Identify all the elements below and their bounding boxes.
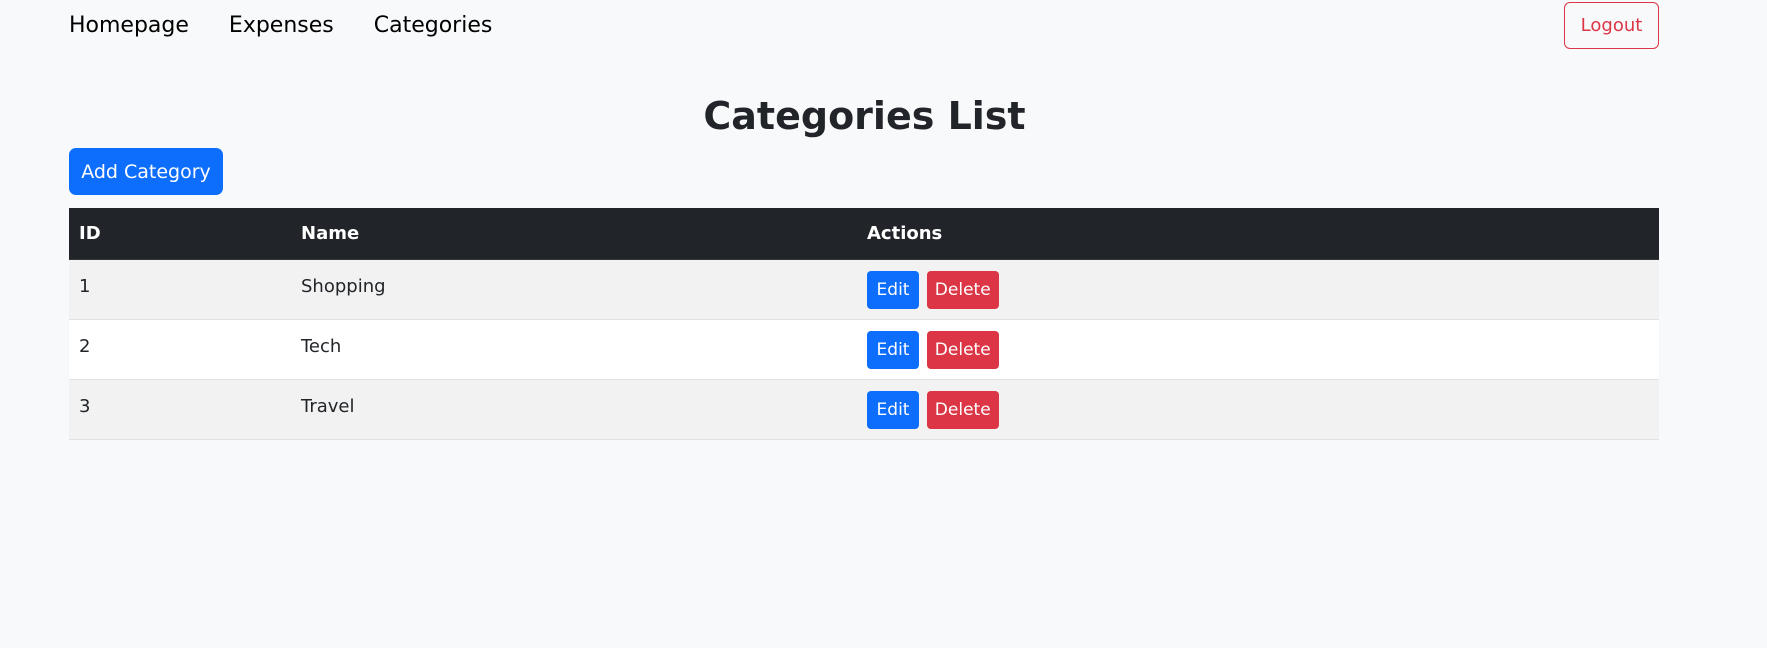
cell-name-text: Travel (301, 396, 355, 417)
cell-name: Shopping (291, 259, 857, 320)
cell-id-text: 2 (79, 336, 91, 357)
cell-id-text: 3 (79, 396, 91, 417)
categories-table: ID Name Actions 1 Shopping Edit Delete 2… (69, 208, 1659, 440)
cell-actions: Edit Delete (857, 259, 1659, 320)
nav-link-expenses[interactable]: Expenses (229, 12, 334, 40)
cell-name: Tech (291, 319, 857, 380)
add-category-button[interactable]: Add Category (69, 148, 223, 195)
table-row: 2 Tech Edit Delete (69, 319, 1659, 380)
logout-button[interactable]: Logout (1564, 2, 1659, 49)
edit-button[interactable]: Edit (867, 390, 919, 429)
nav-link-categories[interactable]: Categories (374, 12, 493, 40)
cell-actions: Edit Delete (857, 379, 1659, 440)
delete-button[interactable]: Delete (926, 390, 999, 429)
header-name: Name (291, 208, 857, 260)
nav-link-homepage[interactable]: Homepage (69, 12, 189, 40)
header-id: ID (69, 208, 291, 260)
edit-button[interactable]: Edit (867, 270, 919, 309)
table-header-row: ID Name Actions (69, 208, 1659, 260)
cell-name-text: Tech (301, 336, 342, 357)
delete-button[interactable]: Delete (926, 330, 999, 369)
cell-id: 2 (69, 319, 291, 380)
page-title: Categories List (703, 94, 1026, 138)
edit-button[interactable]: Edit (867, 330, 919, 369)
cell-actions: Edit Delete (857, 319, 1659, 380)
cell-id: 1 (69, 259, 291, 320)
table-row: 3 Travel Edit Delete (69, 379, 1659, 440)
header-actions: Actions (857, 208, 1659, 260)
table-row: 1 Shopping Edit Delete (69, 259, 1659, 320)
delete-button[interactable]: Delete (926, 270, 999, 309)
top-navbar: Homepage Expenses Categories Logout (69, 0, 1659, 52)
cell-id-text: 1 (79, 276, 91, 297)
nav-links: Homepage Expenses Categories (69, 12, 492, 40)
cell-id: 3 (69, 379, 291, 440)
cell-name-text: Shopping (301, 276, 386, 297)
cell-name: Travel (291, 379, 857, 440)
